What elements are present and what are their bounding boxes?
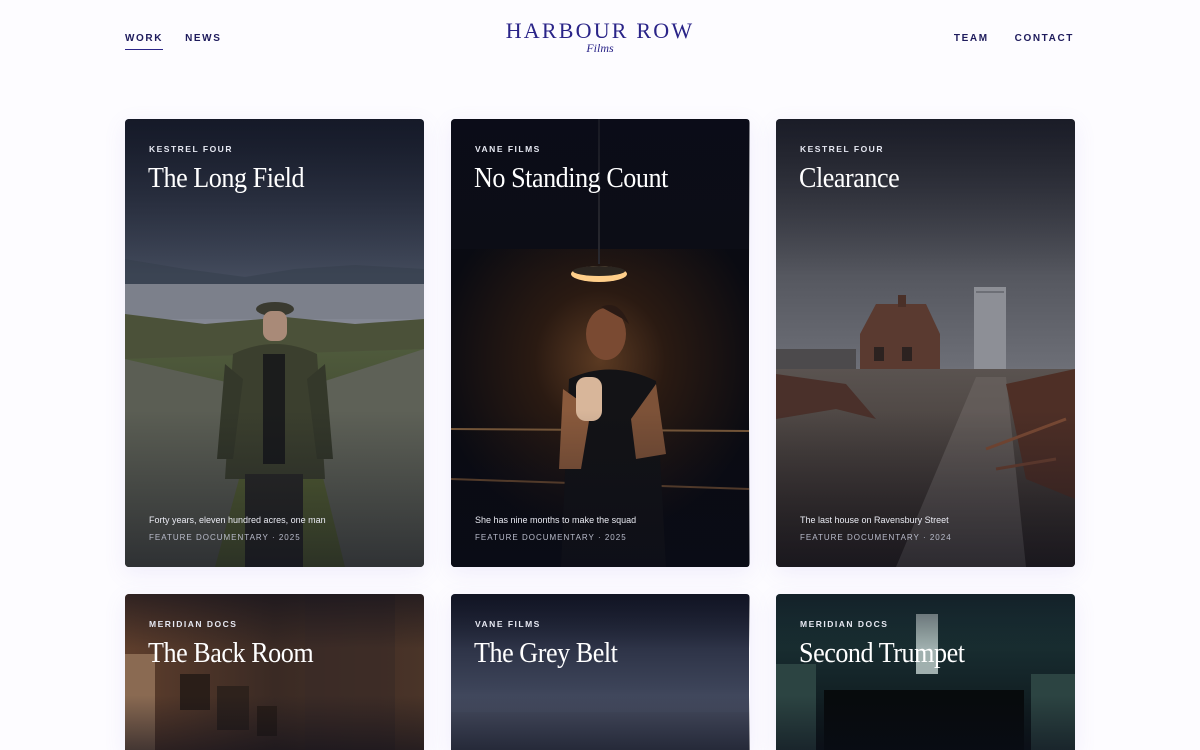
card-title: Clearance <box>799 162 900 194</box>
card-title: The Long Field <box>148 162 305 194</box>
film-card[interactable]: KESTREL FOUR Clearance The last house on… <box>776 119 1075 567</box>
site-header: WORK NEWS HARBOUR ROW Films TEAM CONTACT <box>0 0 1200 80</box>
card-studio: VANE FILMS <box>475 144 541 154</box>
nav-right: TEAM CONTACT <box>954 33 1074 49</box>
film-card[interactable]: VANE FILMS The Grey Belt <box>451 594 750 750</box>
card-title: No Standing Count <box>474 162 668 194</box>
card-tagline: The last house on Ravensbury Street <box>800 515 949 525</box>
film-card[interactable]: VANE FILMS No Standing Count She has nin… <box>451 119 750 567</box>
card-studio: KESTREL FOUR <box>149 144 233 154</box>
card-overlay <box>776 594 1075 750</box>
card-studio: VANE FILMS <box>475 619 541 629</box>
card-meta: FEATURE DOCUMENTARY · 2024 <box>800 533 952 542</box>
card-tagline: Forty years, eleven hundred acres, one m… <box>149 515 326 525</box>
card-title: The Back Room <box>148 637 314 669</box>
card-tagline: She has nine months to make the squad <box>475 515 637 525</box>
card-studio: MERIDIAN DOCS <box>800 619 889 629</box>
card-studio: MERIDIAN DOCS <box>149 619 238 629</box>
card-overlay <box>125 594 424 750</box>
card-meta: FEATURE DOCUMENTARY · 2025 <box>475 533 627 542</box>
film-card[interactable]: MERIDIAN DOCS Second Trumpet <box>776 594 1075 750</box>
nav-link-contact[interactable]: CONTACT <box>1015 33 1074 49</box>
card-title: Second Trumpet <box>799 637 965 669</box>
nav-link-team[interactable]: TEAM <box>954 33 989 49</box>
card-studio: KESTREL FOUR <box>800 144 884 154</box>
card-title: The Grey Belt <box>474 637 618 669</box>
film-card[interactable]: MERIDIAN DOCS The Back Room <box>125 594 424 750</box>
card-overlay <box>451 594 750 750</box>
film-card[interactable]: KESTREL FOUR The Long Field Forty years,… <box>125 119 424 567</box>
card-meta: FEATURE DOCUMENTARY · 2025 <box>149 533 301 542</box>
